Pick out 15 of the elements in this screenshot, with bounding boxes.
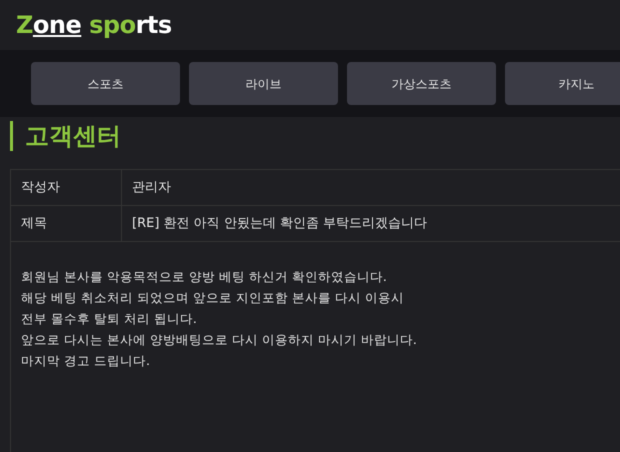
message-line: 전부 몰수후 탈퇴 처리 됩니다.: [21, 311, 197, 326]
message-line: 마지막 경고 드립니다.: [21, 353, 150, 368]
nav-button[interactable]: 가상스포츠: [347, 62, 496, 105]
logo[interactable]: Zone sports: [16, 13, 172, 37]
field-value: 관리자: [131, 178, 171, 197]
field-label: 제목: [21, 214, 47, 233]
field-label: 작성자: [21, 178, 60, 197]
nav-button[interactable]: 라이브: [189, 62, 338, 105]
message-line: 회원님 본사를 악용목적으로 양방 베팅 하신거 확인하였습니다.: [21, 269, 387, 284]
message-line: 앞으로 다시는 본사에 양방배팅으로 다시 이용하지 마시기 바랍니다.: [21, 332, 417, 347]
page-title: 고객센터: [10, 121, 121, 151]
nav-button[interactable]: 스포츠: [31, 62, 180, 105]
message-line: 해당 베팅 취소처리 되었으며 앞으로 지인포함 본사를 다시 이용시: [21, 290, 404, 305]
nav-button[interactable]: 카지노: [505, 62, 620, 105]
field-value: [RE] 환전 아직 안됬는데 확인좀 부탁드리겠습니다: [131, 214, 428, 233]
